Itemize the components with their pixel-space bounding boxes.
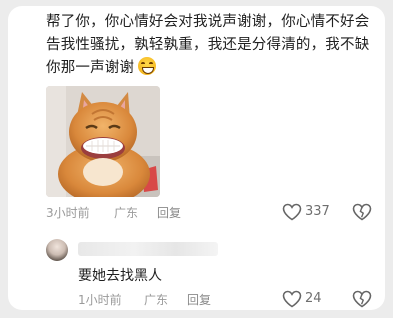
reply-time: 1小时前 [78, 293, 122, 307]
reply-like-heart-icon[interactable] [282, 290, 302, 308]
comment-body: 帮了你，你心情好会对我说声谢谢，你心情不好会告我性骚扰，孰轻孰重，我还是分得清的… [46, 11, 376, 80]
comment-meta: 3小时前 广东 回复 337 [46, 202, 376, 222]
reply-reply-button[interactable]: 回复 [187, 291, 211, 308]
reply-meta: 1小时前 广东 回复 24 [78, 289, 376, 309]
username-redacted[interactable] [78, 242, 218, 256]
reply-item: 要她去找黑人 1小时前 广东 回复 24 [46, 229, 376, 310]
cat-photo-icon [46, 86, 160, 197]
dislike-broken-heart-icon[interactable] [352, 203, 372, 221]
reply-location: 广东 [144, 293, 169, 307]
avatar[interactable] [46, 239, 68, 261]
comment-image[interactable] [46, 86, 160, 197]
comment-card: 帮了你，你心情好会对我说声谢谢，你心情不好会告我性骚扰，孰轻孰重，我还是分得清的… [8, 6, 385, 310]
reply-dislike-broken-heart-icon[interactable] [352, 290, 372, 308]
grinning-face-emoji-icon [138, 57, 157, 75]
like-count: 337 [305, 204, 330, 219]
comment-text: 帮了你，你心情好会对我说声谢谢，你心情不好会告我性骚扰，孰轻孰重，我还是分得清的… [46, 14, 370, 76]
comment-time: 3小时前 [46, 206, 90, 220]
reply-text: 要她去找黑人 [78, 268, 162, 284]
reply-button[interactable]: 回复 [157, 204, 181, 221]
reply-like-count: 24 [305, 291, 322, 306]
like-heart-icon[interactable] [282, 203, 302, 221]
comment-location: 广东 [114, 206, 139, 220]
